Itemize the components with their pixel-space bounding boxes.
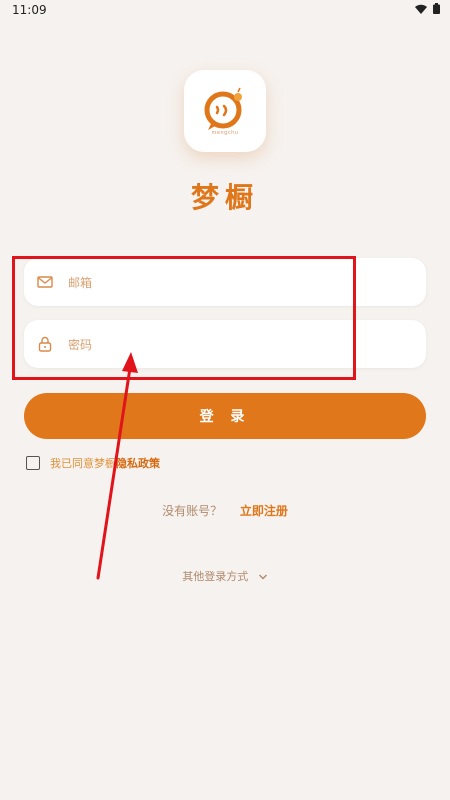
register-row: 没有账号？ 立即注册: [0, 502, 450, 519]
agreement-checkbox[interactable]: [26, 456, 40, 470]
logo-caption: mengchu: [211, 130, 239, 136]
register-link[interactable]: 立即注册: [240, 504, 288, 518]
app-logo: mengchu: [184, 70, 266, 152]
register-question: 没有账号？: [162, 504, 223, 518]
other-login-toggle[interactable]: 其他登录方式: [0, 568, 450, 584]
annotation-highlight-box: [12, 256, 356, 380]
chevron-down-icon: [258, 574, 267, 580]
privacy-policy-link[interactable]: 隐私政策: [116, 455, 160, 471]
status-time: 11:09: [12, 3, 47, 17]
battery-icon: [433, 3, 440, 14]
status-bar: 11:09: [0, 0, 450, 22]
login-button[interactable]: 登 录: [24, 393, 426, 439]
agreement-text: 我已同意梦橱: [50, 457, 116, 470]
wifi-icon: [415, 4, 427, 14]
app-name: 梦橱: [190, 181, 259, 214]
agreement-row: 我已同意梦橱 隐私政策: [26, 455, 160, 471]
status-icons: [415, 3, 440, 14]
other-login-label: 其他登录方式: [182, 570, 249, 583]
